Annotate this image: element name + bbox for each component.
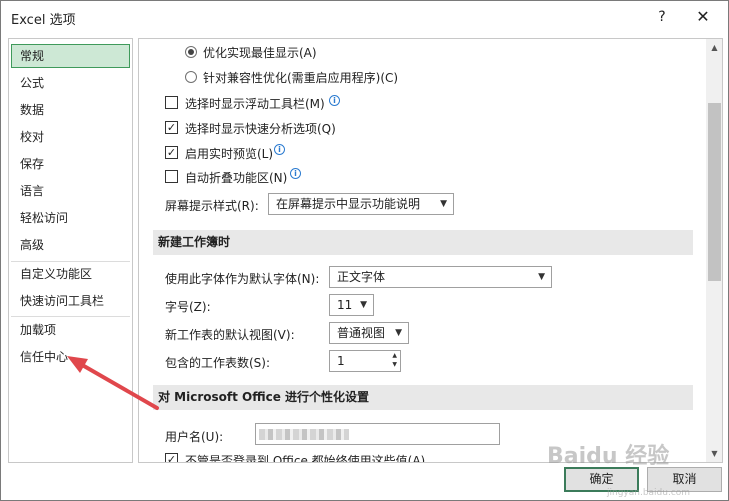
username-label: 用户名(U): [165, 430, 224, 444]
quick-analysis-checkbox[interactable]: ✓ [165, 121, 178, 134]
section-header-personalize: 对 Microsoft Office 进行个性化设置 [153, 385, 693, 410]
sidebar-item-advanced[interactable]: 高级 [11, 233, 130, 257]
sheet-count-spinner[interactable]: 1 ▲ ▼ [329, 350, 401, 372]
sidebar-item-language[interactable]: 语言 [11, 179, 130, 203]
vertical-scrollbar[interactable]: ▲ ▼ [706, 39, 722, 462]
live-preview-label: 启用实时预览(L) [185, 147, 274, 161]
watermark-text: Baidu 经验 [547, 444, 670, 469]
default-view-select[interactable]: 普通视图 ▼ [329, 322, 409, 344]
always-use-values-label: 不管是否登录到 Office 都始终使用这些值(A) [185, 454, 426, 463]
info-icon: i [290, 168, 301, 179]
font-size-value: 11 [337, 298, 353, 312]
mini-toolbar-checkbox[interactable] [165, 96, 178, 109]
collapse-ribbon-label: 自动折叠功能区(N) [185, 171, 288, 185]
default-font-label: 使用此字体作为默认字体(N): [165, 272, 320, 286]
sidebar-item-proofing[interactable]: 校对 [11, 125, 130, 149]
sidebar-item-save[interactable]: 保存 [11, 152, 130, 176]
section-header-new-workbook: 新建工作簿时 [153, 230, 693, 255]
baidu-jingyan-watermark: Baidu 经验 jingyan.baidu.com [547, 438, 717, 498]
sidebar-item-quick-access-toolbar[interactable]: 快速访问工具栏 [11, 289, 130, 313]
always-use-values-checkbox[interactable]: ✓ [165, 453, 178, 462]
default-font-value: 正文字体 [337, 270, 386, 284]
screentip-style-label: 屏幕提示样式(R): [165, 199, 259, 213]
username-input[interactable] [255, 423, 500, 445]
watermark-sub: jingyan.baidu.com [607, 488, 691, 498]
sheet-count-label: 包含的工作表数(S): [165, 356, 271, 370]
default-view-value: 普通视图 [337, 326, 386, 340]
excel-options-dialog: Excel 选项 ? ✕ 常规 公式 数据 校对 保存 语言 轻松访问 高级 自… [0, 0, 729, 501]
collapse-ribbon-checkbox[interactable] [165, 170, 178, 183]
scrollbar-thumb[interactable] [708, 103, 721, 281]
help-button[interactable]: ? [651, 5, 673, 29]
default-view-label: 新工作表的默认视图(V): [165, 328, 295, 342]
scroll-up-icon[interactable]: ▲ [706, 39, 722, 56]
info-icon: i [329, 95, 340, 106]
spin-down-icon[interactable]: ▼ [392, 361, 397, 369]
sidebar-item-accessibility[interactable]: 轻松访问 [11, 206, 130, 230]
chevron-down-icon: ▼ [440, 199, 447, 209]
sidebar-item-formulas[interactable]: 公式 [11, 71, 130, 95]
live-preview-checkbox[interactable]: ✓ [165, 146, 178, 159]
sidebar-item-customize-ribbon[interactable]: 自定义功能区 [11, 262, 130, 286]
mini-toolbar-label: 选择时显示浮动工具栏(M) [185, 97, 325, 111]
screentip-style-select[interactable]: 在屏幕提示中显示功能说明 ▼ [268, 193, 454, 215]
chevron-down-icon: ▼ [360, 300, 367, 310]
chevron-down-icon: ▼ [538, 272, 545, 282]
dialog-title: Excel 选项 [11, 13, 76, 28]
title-bar: Excel 选项 ? ✕ [1, 1, 728, 33]
font-size-select[interactable]: 11 ▼ [329, 294, 374, 316]
blurred-username [259, 429, 349, 440]
info-icon: i [274, 144, 285, 155]
sheet-count-value: 1 [337, 354, 345, 368]
font-size-label: 字号(Z): [165, 300, 211, 314]
close-button[interactable]: ✕ [691, 5, 715, 29]
sidebar-item-data[interactable]: 数据 [11, 98, 130, 122]
sidebar-divider [11, 316, 130, 317]
general-options-pane: 优化实现最佳显示(A) 针对兼容性优化(需重启应用程序)(C) 选择时显示浮动工… [138, 38, 723, 463]
quick-analysis-label: 选择时显示快速分析选项(Q) [185, 122, 336, 136]
chevron-down-icon: ▼ [395, 328, 402, 338]
default-font-select[interactable]: 正文字体 ▼ [329, 266, 552, 288]
sidebar-item-general[interactable]: 常规 [11, 44, 130, 68]
sidebar-item-add-ins[interactable]: 加载项 [11, 318, 130, 342]
screentip-style-value: 在屏幕提示中显示功能说明 [276, 197, 421, 211]
options-category-list: 常规 公式 数据 校对 保存 语言 轻松访问 高级 自定义功能区 快速访问工具栏… [8, 38, 133, 463]
optimize-compat-label: 针对兼容性优化(需重启应用程序)(C) [203, 71, 399, 85]
optimize-compat-radio[interactable] [185, 71, 197, 83]
spin-up-icon[interactable]: ▲ [392, 352, 397, 360]
optimize-display-label: 优化实现最佳显示(A) [203, 46, 317, 60]
optimize-display-radio[interactable] [185, 46, 197, 58]
sidebar-item-trust-center[interactable]: 信任中心 [11, 345, 130, 369]
